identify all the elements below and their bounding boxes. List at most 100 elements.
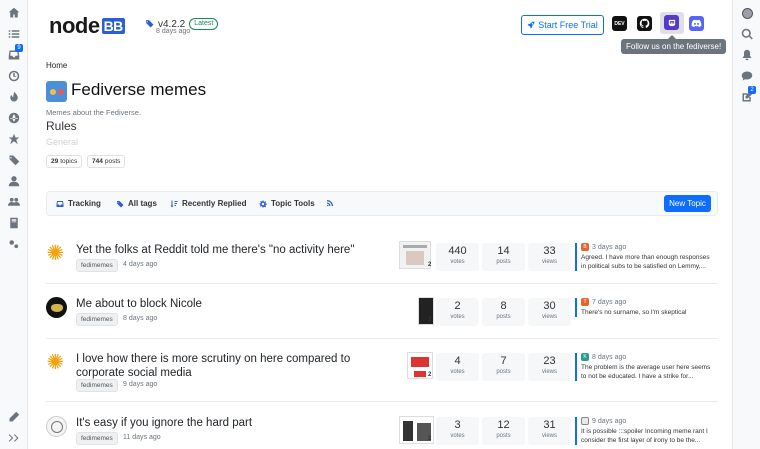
category-toolbar: Tracking All tags Recently Replied Topic… [46, 191, 718, 216]
views-label: views [541, 314, 557, 320]
search-icon[interactable] [740, 27, 754, 41]
clock-icon[interactable] [7, 69, 21, 83]
votes-count: 4 [454, 355, 461, 367]
rocket-icon [527, 21, 535, 29]
breadcrumb-home[interactable]: Home [46, 61, 67, 70]
list-icon[interactable] [7, 27, 21, 41]
topic-time: 8 days ago [123, 315, 158, 322]
last-poster-avatar[interactable]: K [581, 353, 589, 361]
trial-label: Start Free Trial [538, 20, 598, 30]
tags-icon [116, 200, 124, 207]
last-post-teaser[interactable]: 9 days ago It is possible :::spoiler Inc… [575, 417, 715, 445]
votes-stat: 4 votes [436, 353, 479, 381]
topic-category-tag[interactable]: fedimemes [76, 432, 118, 445]
user-avatar[interactable] [740, 6, 754, 20]
topic-author-avatar[interactable] [46, 352, 67, 373]
posts-label: posts [496, 314, 511, 320]
last-post-time[interactable]: 7 days ago [592, 299, 626, 306]
logo-wordmark: node BB [49, 13, 125, 38]
discord-icon[interactable] [689, 16, 704, 31]
github-icon[interactable] [637, 16, 652, 31]
last-poster-avatar[interactable] [581, 417, 589, 425]
last-post-teaser[interactable]: B 3 days ago Agreed. I have more than en… [575, 243, 715, 271]
pen-icon[interactable] [7, 410, 21, 424]
all-tags-label: All tags [128, 199, 157, 208]
last-post-teaser[interactable]: K 8 days ago The problem is the average … [575, 353, 715, 381]
user-icon[interactable] [7, 174, 21, 188]
version-date: 8 days ago [156, 28, 191, 35]
nodebb-logo[interactable]: node BB [49, 12, 133, 40]
last-post-time[interactable]: 8 days ago [592, 354, 626, 361]
topic-thumbnail[interactable] [399, 241, 431, 269]
last-post-text[interactable]: The problem is the average user here see… [581, 363, 715, 381]
views-stat: 33 views [528, 243, 571, 271]
topic-category-tag[interactable]: fedimemes [76, 313, 118, 326]
last-poster-avatar[interactable]: T [581, 298, 589, 306]
expand-icon[interactable] [7, 431, 21, 445]
rss-button[interactable] [326, 199, 334, 207]
tags-icon[interactable] [7, 153, 21, 167]
bell-icon[interactable] [740, 48, 754, 62]
fediverse-tooltip: Follow us on the fediverse! [621, 35, 727, 54]
posts-count: 7 [500, 355, 507, 367]
topic-row[interactable]: It's easy if you ignore the hard part fe… [46, 403, 718, 449]
last-post-time[interactable]: 9 days ago [592, 418, 626, 425]
last-post-text[interactable]: There's no surname, so I'm skeptical [581, 308, 715, 317]
topic-author-avatar[interactable] [46, 243, 67, 264]
star-icon[interactable] [7, 132, 21, 146]
topics-count: 29 [51, 158, 59, 165]
topic-title[interactable]: Yet the folks at Reddit told me there's … [76, 243, 396, 257]
votes-label: votes [450, 314, 465, 320]
inbox-icon [56, 200, 64, 207]
topic-title[interactable]: It's easy if you ignore the hard part [76, 416, 396, 430]
cogs-icon[interactable] [7, 237, 21, 251]
home-icon[interactable] [7, 6, 21, 20]
posts-count: 8 [500, 300, 507, 312]
topic-title[interactable]: I love how there is more scrutiny on her… [76, 352, 396, 380]
topic-tools-button[interactable]: Topic Tools [259, 199, 315, 208]
topic-title[interactable]: Me about to block Nicole [76, 297, 396, 311]
mastodon-icon [664, 15, 679, 30]
last-poster-avatar[interactable]: B [581, 243, 589, 251]
thumbnail-count: 2 [428, 262, 432, 268]
topic-author-avatar[interactable] [46, 297, 67, 318]
gear-icon [259, 200, 267, 207]
topic-thumbnail[interactable] [418, 297, 434, 325]
views-stat: 30 views [528, 298, 571, 326]
fire-icon[interactable] [7, 90, 21, 104]
topic-row[interactable]: Me about to block Nicole fedimemes 8 day… [46, 285, 718, 339]
subcategory-rules[interactable]: Rules [46, 119, 77, 133]
last-post-text[interactable]: Agreed. I have more than enough response… [581, 253, 715, 271]
views-count: 30 [543, 300, 556, 312]
sort-button[interactable]: Recently Replied [170, 199, 246, 208]
globe-icon[interactable] [7, 111, 21, 125]
subcategory-general[interactable]: General [46, 137, 78, 147]
thumbnail-count: 2 [428, 436, 432, 442]
topic-row[interactable]: Yet the folks at Reddit told me there's … [46, 236, 718, 284]
topic-row[interactable]: I love how there is more scrutiny on her… [46, 340, 718, 402]
unread-badge: 9 [15, 44, 23, 52]
views-count: 23 [543, 355, 556, 367]
users-icon[interactable] [7, 195, 21, 209]
topic-time: 11 days ago [123, 434, 161, 441]
all-tags-button[interactable]: All tags [116, 199, 157, 208]
views-stat: 23 views [528, 353, 571, 381]
topic-category-tag[interactable]: fedimemes [76, 259, 118, 272]
votes-stat: 440 votes [436, 243, 479, 271]
start-free-trial-button[interactable]: Start Free Trial [521, 15, 604, 35]
views-label: views [541, 369, 557, 375]
last-post-text[interactable]: It is possible :::spoiler Incoming meme … [581, 427, 715, 445]
views-label: views [541, 433, 557, 439]
topic-author-avatar[interactable] [46, 416, 67, 437]
chat-icon[interactable] [740, 69, 754, 83]
topic-category-tag[interactable]: fedimemes [76, 379, 118, 392]
dev-icon[interactable]: DEV [612, 16, 627, 31]
mastodon-button[interactable] [660, 12, 684, 34]
last-post-time[interactable]: 3 days ago [592, 244, 626, 251]
votes-stat: 2 votes [436, 298, 479, 326]
views-label: views [541, 259, 557, 265]
new-topic-button[interactable]: New Topic [664, 195, 711, 212]
last-post-teaser[interactable]: T 7 days ago There's no surname, so I'm … [575, 298, 715, 317]
tracking-button[interactable]: Tracking [56, 199, 101, 208]
book-icon[interactable] [7, 216, 21, 230]
